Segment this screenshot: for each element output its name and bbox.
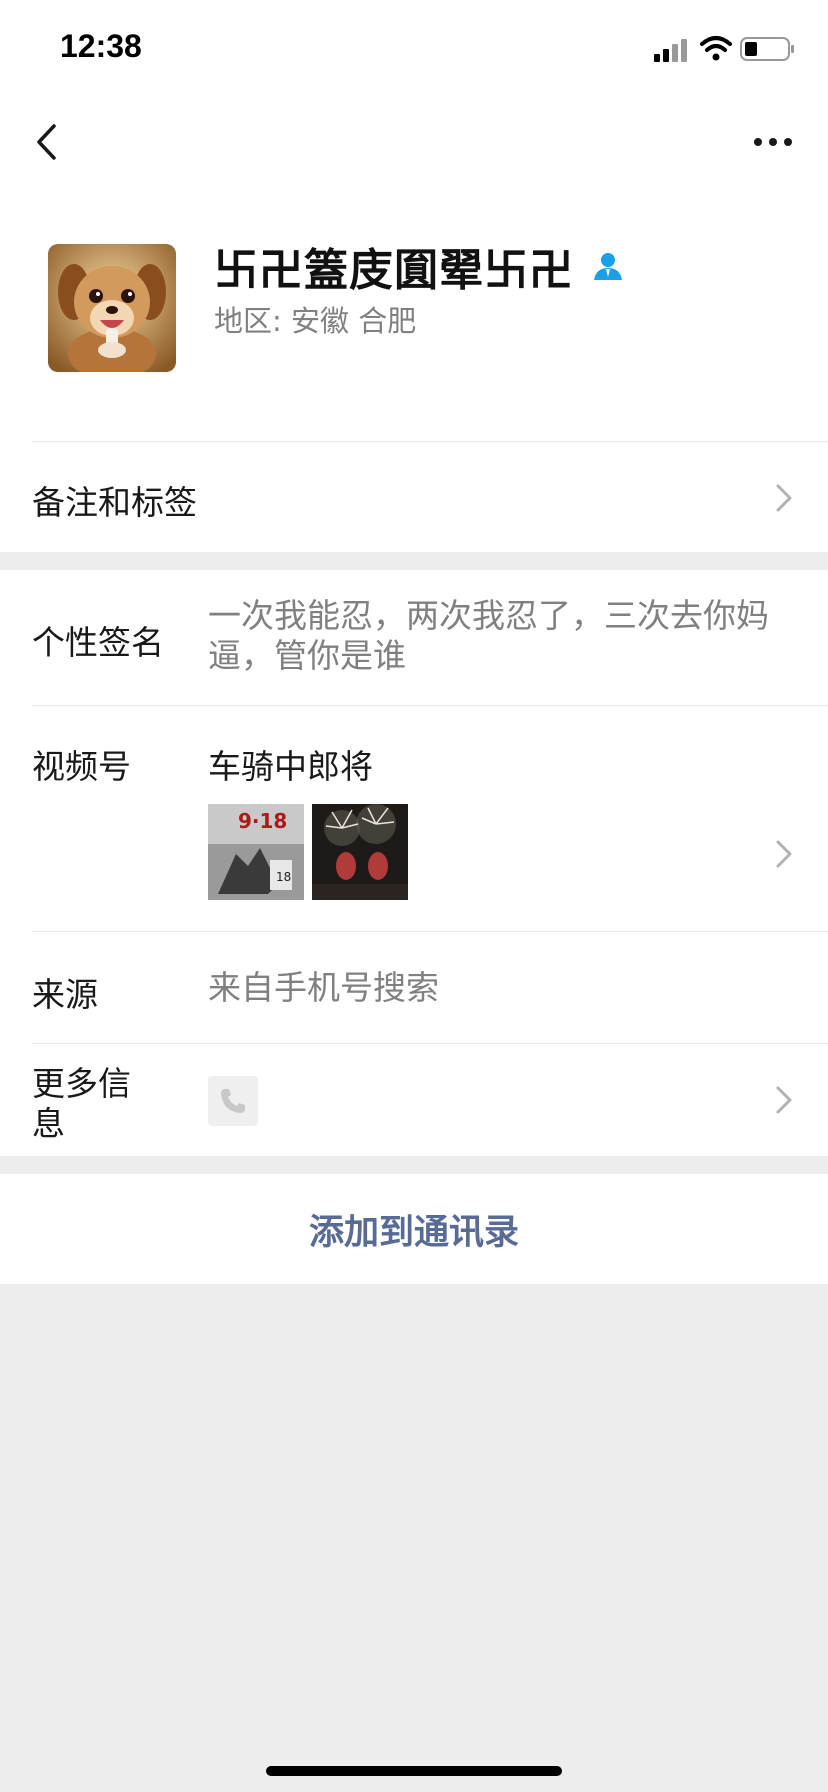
chevron-right-icon <box>776 1086 792 1114</box>
region-label: 地区: <box>214 304 282 338</box>
more-info-row[interactable]: 更多信息 <box>0 1044 828 1156</box>
signature-row: 个性签名 一次我能忍，两次我忍了，三次去你妈逼，管你是谁 <box>0 570 828 706</box>
battery-icon <box>740 37 794 61</box>
source-row: 来源 来自手机号搜索 <box>0 932 828 1044</box>
nickname: 卐卍篕庋圎翚卐卍 <box>214 245 574 296</box>
fireworks-thumbnail-image <box>312 804 408 900</box>
back-button[interactable] <box>26 118 66 166</box>
thumbnail-small-text: 18 <box>276 870 291 884</box>
signature-value: 一次我能忍，两次我忍了，三次去你妈逼，管你是谁 <box>208 596 769 675</box>
remark-label: 备注和标签 <box>32 483 197 522</box>
signature-label: 个性签名 <box>32 623 164 662</box>
avatar[interactable] <box>48 244 176 372</box>
wifi-icon <box>700 36 732 61</box>
phone-icon <box>221 1089 245 1113</box>
region-value: 安徽 合肥 <box>291 304 417 338</box>
contact-profile-page: 12:38 卐卍篕庋圎翚卐卍 地区: 安徽 合肥 备注和标签 个性签名 一次我能… <box>0 0 828 1792</box>
puppy-avatar-image <box>48 244 176 372</box>
source-label: 来源 <box>32 975 98 1014</box>
chevron-right-icon <box>776 484 792 512</box>
remark-and-tags-row[interactable]: 备注和标签 <box>0 442 828 552</box>
status-time: 12:38 <box>60 28 142 64</box>
chevron-left-icon <box>37 124 56 160</box>
region: 地区: 安徽 合肥 <box>214 298 416 340</box>
channels-row[interactable]: 视频号 车骑中郎将 18 9·18 <box>0 706 828 932</box>
add-to-contacts-row: 添加到通讯录 <box>0 1174 828 1284</box>
source-value: 来自手机号搜索 <box>208 968 439 1007</box>
more-info-label: 更多信息 <box>32 1064 131 1143</box>
chevron-right-icon <box>776 840 792 868</box>
more-options-button[interactable] <box>748 124 798 160</box>
channel-thumbnail-image: 18 9·18 <box>208 804 304 900</box>
status-bar: 12:38 <box>0 0 828 96</box>
nickname-row: 卐卍篕庋圎翚卐卍 <box>214 234 624 298</box>
channels-label: 视频号 <box>32 747 131 786</box>
channel-thumbnail[interactable] <box>312 804 408 900</box>
more-dots-icon <box>754 138 792 146</box>
thumbnail-title-text: 9·18 <box>238 809 287 833</box>
profile-header: 卐卍篕庋圎翚卐卍 地区: 安徽 合肥 <box>0 188 828 442</box>
home-indicator[interactable] <box>266 1766 562 1776</box>
signal-icon <box>654 39 687 62</box>
navigation-bar <box>0 96 828 188</box>
phone-tile <box>208 1076 258 1126</box>
person-badge-icon <box>594 253 622 280</box>
add-to-contacts-button[interactable]: 添加到通讯录 <box>0 1174 828 1284</box>
channel-name: 车骑中郎将 <box>208 747 373 786</box>
channel-thumbnail[interactable]: 18 9·18 <box>208 804 304 900</box>
